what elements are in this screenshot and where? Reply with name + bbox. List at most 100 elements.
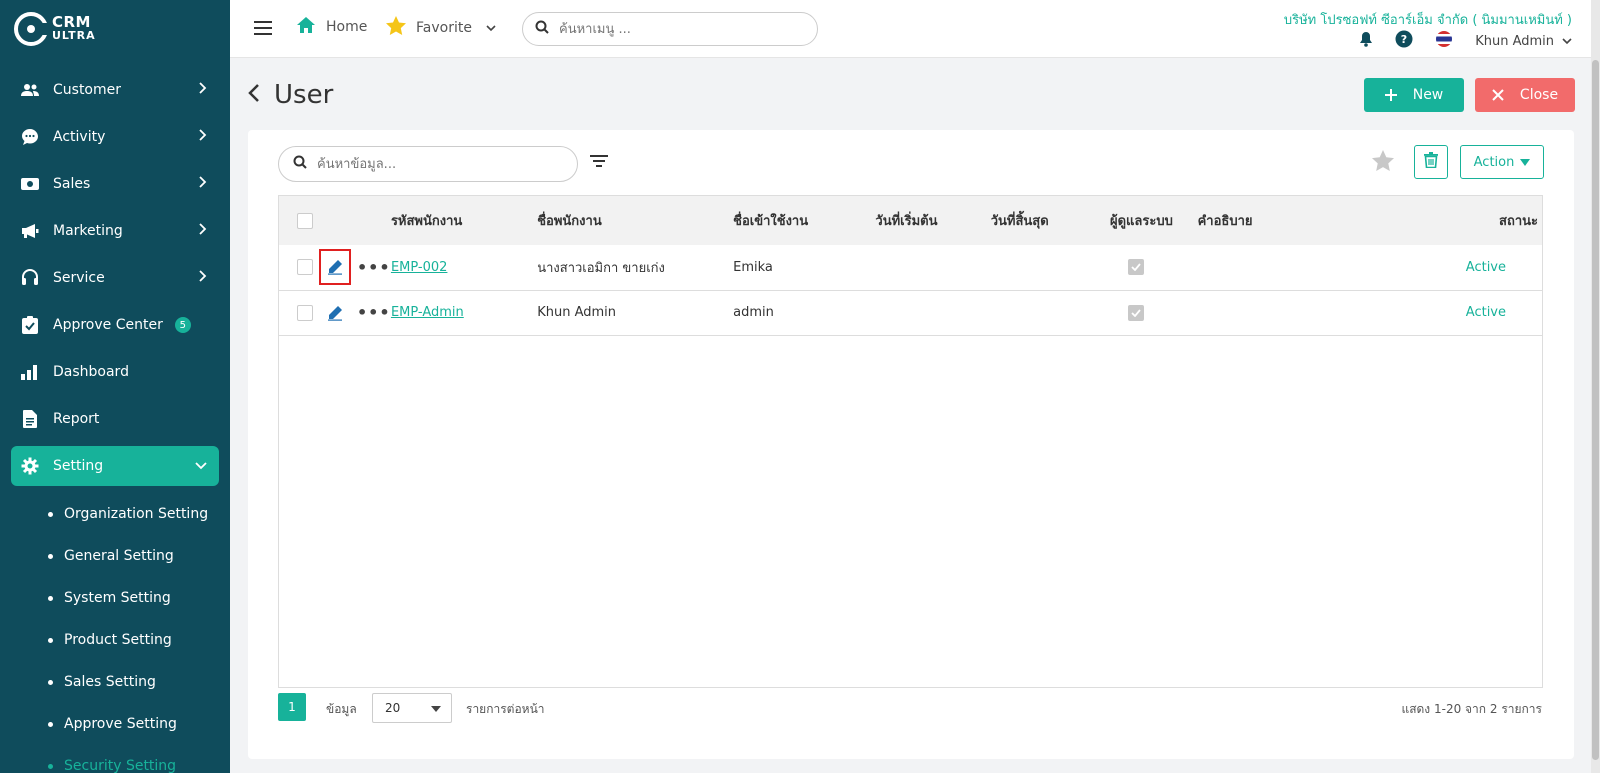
- sidebar-item-customer[interactable]: Customer: [11, 70, 219, 110]
- sidebar: CRM ULTRA Customer Activity Sales Market…: [0, 0, 230, 773]
- topbar: Home Favorite บริษัท โปรซอฟท์ ซีอาร์เอ็ม…: [230, 0, 1600, 58]
- sidebar-item-label: Customer: [53, 82, 122, 98]
- sidebar-item-service[interactable]: Service: [11, 258, 219, 298]
- end-date: [991, 245, 1110, 290]
- back-chevron-icon[interactable]: [248, 83, 260, 107]
- user-table: รหัสพนักงาน ชื่อพนักงาน ชื่อเข้าใช้งาน ว…: [278, 195, 1543, 688]
- admin-checkbox: [1127, 259, 1144, 276]
- logo[interactable]: CRM ULTRA: [0, 0, 230, 58]
- money-icon: [21, 175, 39, 193]
- table-row[interactable]: ••• EMP-Admin Khun Admin admin Active: [279, 290, 1542, 335]
- caret-down-icon: [1520, 158, 1531, 166]
- sidebar-item-label: Sales: [53, 176, 91, 192]
- employee-code-link[interactable]: EMP-Admin: [391, 305, 464, 320]
- chevron-right-icon: [199, 129, 207, 145]
- thai-flag-icon[interactable]: [1435, 30, 1453, 52]
- column-header[interactable]: สถานะ: [1440, 196, 1542, 245]
- sidebar-item-label: Setting: [53, 458, 104, 474]
- sidebar-item-approve-center[interactable]: Approve Center 5: [11, 305, 219, 345]
- column-header[interactable]: คำอธิบาย: [1198, 196, 1441, 245]
- employee-code-link[interactable]: EMP-002: [391, 260, 448, 275]
- chevron-right-icon: [199, 223, 207, 239]
- user-menu[interactable]: Khun Admin: [1475, 34, 1572, 49]
- chevron-down-icon: [486, 20, 496, 36]
- data-search-box[interactable]: [278, 146, 578, 182]
- scrollbar-thumb[interactable]: [1592, 60, 1599, 760]
- search-icon: [293, 155, 307, 173]
- menu-search-input[interactable]: [559, 21, 799, 37]
- close-button[interactable]: Close: [1475, 78, 1575, 112]
- edit-button[interactable]: [318, 249, 351, 286]
- gear-icon: [21, 457, 39, 475]
- favorite-menu[interactable]: Favorite: [386, 16, 496, 39]
- menu-search-box[interactable]: [522, 12, 818, 46]
- employee-name: Khun Admin: [537, 305, 617, 320]
- column-header[interactable]: รหัสพนักงาน: [391, 196, 537, 245]
- star-icon[interactable]: [1372, 150, 1394, 175]
- row-checkbox[interactable]: [297, 259, 313, 276]
- sidebar-item-activity[interactable]: Activity: [11, 117, 219, 157]
- sidebar-item-marketing[interactable]: Marketing: [11, 211, 219, 251]
- pager-info: แสดง 1-20 จาก 2 รายการ: [1401, 702, 1542, 716]
- pagination-page[interactable]: 1: [278, 693, 306, 721]
- content-card: Action รหัสพนักงาน ชื่อพนักงาน ชื่อเข้าใ…: [248, 130, 1574, 759]
- page-header: User: [248, 80, 333, 110]
- column-header[interactable]: ผู้ดูแลระบบ: [1110, 196, 1198, 245]
- edit-button[interactable]: [319, 295, 351, 331]
- column-header[interactable]: ชื่อพนักงาน: [537, 196, 733, 245]
- submenu-approve-setting[interactable]: Approve Setting: [0, 703, 230, 745]
- home-link[interactable]: Home: [296, 16, 367, 38]
- new-label: New: [1412, 87, 1444, 103]
- pager-label: ข้อมูล: [326, 702, 357, 716]
- sidebar-item-setting[interactable]: Setting: [11, 446, 219, 486]
- admin-checkbox: [1127, 304, 1144, 321]
- megaphone-icon: [21, 222, 39, 240]
- more-options-icon[interactable]: •••: [357, 258, 391, 277]
- status-badge: Active: [1465, 259, 1506, 275]
- column-header[interactable]: วันที่เริ่มต้น: [875, 196, 990, 245]
- per-page-select[interactable]: 20: [372, 693, 452, 723]
- sidebar-item-sales[interactable]: Sales: [11, 164, 219, 204]
- employee-name: นางสาวเอมิกา ขายเก่ง: [537, 260, 665, 276]
- close-label: Close: [1519, 87, 1559, 103]
- sidebar-item-report[interactable]: Report: [11, 399, 219, 439]
- description: [1198, 245, 1441, 290]
- sidebar-item-label: Approve Center: [53, 317, 163, 333]
- hamburger-menu-icon[interactable]: [254, 20, 272, 40]
- filter-icon[interactable]: [590, 154, 608, 172]
- select-all-checkbox[interactable]: [297, 212, 313, 229]
- more-options-icon[interactable]: •••: [357, 303, 391, 322]
- setting-submenu: Organization Setting General Setting Sys…: [0, 493, 230, 773]
- username: admin: [733, 305, 774, 320]
- chevron-down-icon: [1562, 34, 1572, 49]
- submenu-security-setting[interactable]: Security Setting: [0, 745, 230, 773]
- new-button[interactable]: New: [1364, 78, 1464, 112]
- document-icon: [21, 410, 39, 428]
- table-header-row: รหัสพนักงาน ชื่อพนักงาน ชื่อเข้าใช้งาน ว…: [279, 196, 1542, 245]
- data-search-input[interactable]: [317, 156, 557, 172]
- row-checkbox[interactable]: [297, 304, 313, 321]
- headset-icon: [21, 269, 39, 287]
- username: Emika: [733, 259, 773, 275]
- delete-button[interactable]: [1414, 145, 1448, 179]
- approve-count-badge: 5: [174, 317, 191, 333]
- column-header[interactable]: ชื่อเข้าใช้งาน: [733, 196, 875, 245]
- submenu-general-setting[interactable]: General Setting: [0, 535, 230, 577]
- chevron-right-icon: [199, 82, 207, 98]
- submenu-organization-setting[interactable]: Organization Setting: [0, 493, 230, 535]
- description: [1198, 290, 1441, 335]
- submenu-sales-setting[interactable]: Sales Setting: [0, 661, 230, 703]
- sidebar-item-dashboard[interactable]: Dashboard: [11, 352, 219, 392]
- submenu-product-setting[interactable]: Product Setting: [0, 619, 230, 661]
- submenu-system-setting[interactable]: System Setting: [0, 577, 230, 619]
- bell-icon[interactable]: [1359, 31, 1373, 51]
- chevron-right-icon: [199, 270, 207, 286]
- table-row[interactable]: ••• EMP-002 นางสาวเอมิกา ขายเก่ง Emika A…: [279, 245, 1542, 290]
- user-name: Khun Admin: [1475, 33, 1554, 49]
- help-icon[interactable]: ?: [1395, 30, 1413, 52]
- page-scrollbar[interactable]: [1591, 0, 1600, 773]
- company-name[interactable]: บริษัท โปรซอฟท์ ซีอาร์เอ็ม จำกัด ( นิมมา…: [1284, 9, 1572, 30]
- column-header[interactable]: วันที่สิ้นสุด: [991, 196, 1110, 245]
- action-dropdown[interactable]: Action: [1460, 145, 1544, 179]
- pencil-icon: [327, 305, 342, 321]
